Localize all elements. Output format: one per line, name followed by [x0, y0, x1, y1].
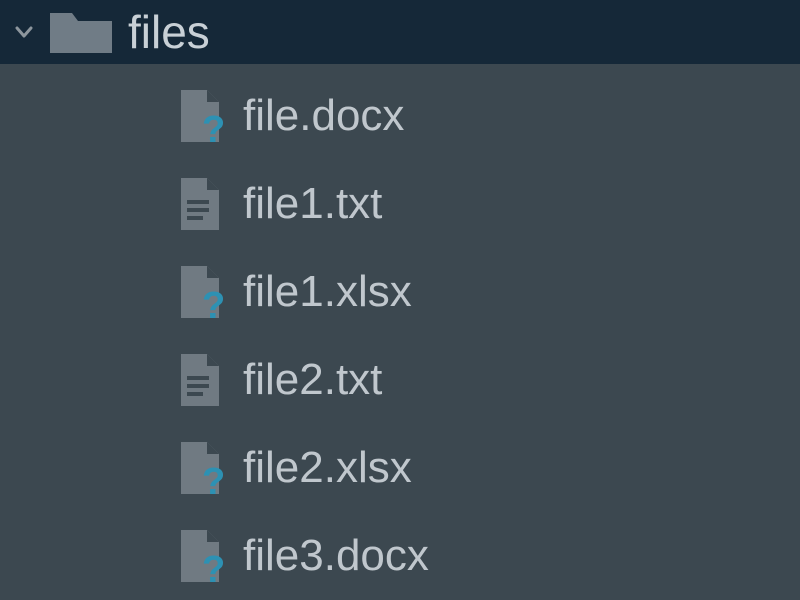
file-unknown-icon: ? [175, 527, 225, 585]
folder-icon [48, 7, 114, 57]
file-name: file1.xlsx [243, 267, 412, 317]
file-item[interactable]: file2.txt [0, 336, 800, 424]
file-list: ? file.docx file1.txt ? file1.xlsx [0, 64, 800, 600]
file-item[interactable]: ? file3.docx [0, 512, 800, 600]
folder-label: files [128, 5, 210, 59]
folder-row[interactable]: files [0, 0, 800, 64]
file-text-icon [175, 175, 225, 233]
file-text-icon [175, 351, 225, 409]
chevron-down-icon[interactable] [10, 18, 38, 46]
file-name: file.docx [243, 91, 404, 141]
file-name: file1.txt [243, 179, 382, 229]
svg-text:?: ? [202, 109, 223, 144]
file-unknown-icon: ? [175, 439, 225, 497]
file-item[interactable]: ? file2.xlsx [0, 424, 800, 512]
file-item[interactable]: ? file1.xlsx [0, 248, 800, 336]
file-name: file2.txt [243, 355, 382, 405]
file-name: file2.xlsx [243, 443, 412, 493]
svg-text:?: ? [202, 461, 223, 496]
file-item[interactable]: ? file.docx [0, 72, 800, 160]
file-unknown-icon: ? [175, 87, 225, 145]
file-unknown-icon: ? [175, 263, 225, 321]
svg-text:?: ? [202, 549, 223, 584]
file-item[interactable]: file1.txt [0, 160, 800, 248]
file-name: file3.docx [243, 531, 429, 581]
svg-text:?: ? [202, 285, 223, 320]
